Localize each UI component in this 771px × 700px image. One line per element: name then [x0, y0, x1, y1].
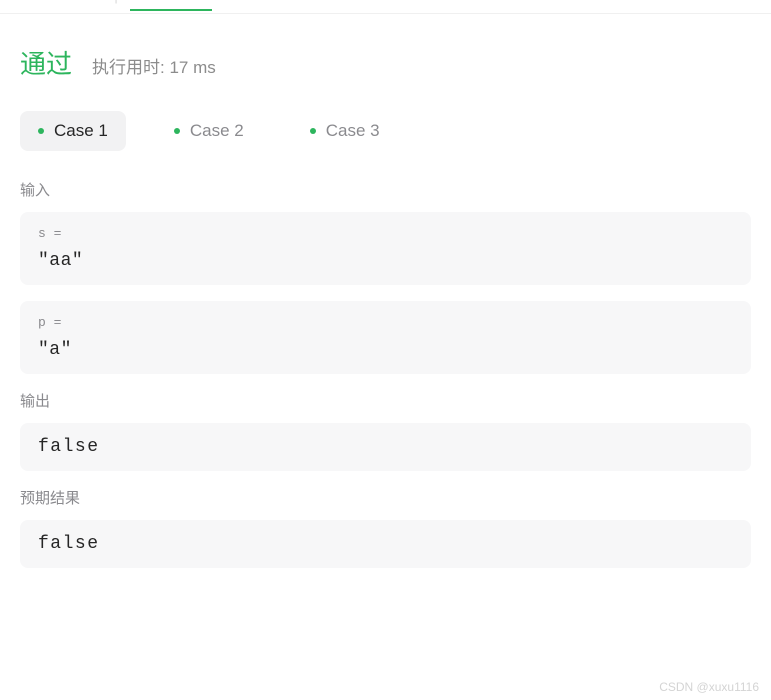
var-name: s = [38, 226, 733, 241]
watermark: CSDN @xuxu1116 [659, 680, 759, 694]
tab-divider: | [114, 0, 118, 5]
case-tab-1[interactable]: Case 1 [20, 111, 126, 151]
case-dot-icon [174, 128, 180, 134]
case-tabs: Case 1 Case 2 Case 3 [20, 111, 751, 151]
tab-test-case-label: 测试用例 [42, 0, 102, 2]
input-block-s: s = "aa" [20, 212, 751, 285]
input-label: 输入 [20, 179, 751, 200]
case-dot-icon [38, 128, 44, 134]
status-row: 通过 执行用时: 17 ms [20, 44, 751, 81]
case-tab-label: Case 1 [54, 121, 108, 141]
case-tab-2[interactable]: Case 2 [156, 111, 262, 151]
case-tab-label: Case 3 [326, 121, 380, 141]
expected-label: 预期结果 [20, 487, 751, 508]
content-area: 通过 执行用时: 17 ms Case 1 Case 2 Case 3 输入 s… [0, 14, 771, 604]
expected-value: false [38, 534, 733, 554]
case-tab-label: Case 2 [190, 121, 244, 141]
var-name: p = [38, 315, 733, 330]
status-pass: 通过 [20, 44, 72, 81]
case-tab-3[interactable]: Case 3 [292, 111, 398, 151]
input-block-p: p = "a" [20, 301, 751, 374]
output-value: false [38, 437, 733, 457]
runtime-text: 执行用时: 17 ms [92, 53, 216, 78]
output-block: false [20, 423, 751, 471]
var-value: "a" [38, 340, 733, 360]
case-dot-icon [310, 128, 316, 134]
tab-test-result[interactable]: 测试结果 [130, 0, 212, 11]
top-tabs: 测试用例 | 测试结果 [0, 0, 771, 14]
expected-block: false [20, 520, 751, 568]
output-label: 输出 [20, 390, 751, 411]
var-value: "aa" [38, 251, 733, 271]
tab-test-case[interactable]: 测试用例 [20, 0, 102, 10]
tab-test-result-label: 测试结果 [152, 0, 212, 1]
